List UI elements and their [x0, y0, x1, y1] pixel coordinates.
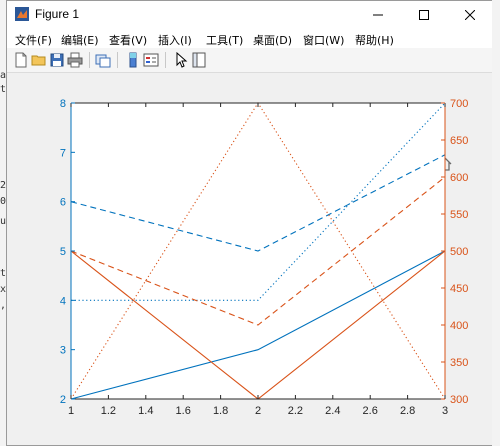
right-tick-label: 650 [450, 135, 468, 147]
x-tick-label: 2.4 [325, 405, 340, 417]
left-tick-label: 3 [60, 345, 66, 357]
left-tick-label: 6 [60, 197, 66, 209]
x-tick-label: 3 [442, 405, 448, 417]
right-tick-label: 600 [450, 172, 468, 184]
right-tick-label: 450 [450, 283, 468, 295]
x-tick-label: 2.2 [288, 405, 303, 417]
x-tick-label: 1.8 [213, 405, 228, 417]
right-tick-label: 400 [450, 320, 468, 332]
right-tick-label: 350 [450, 357, 468, 369]
right-tick-label: 500 [450, 246, 468, 258]
left-tick-label: 2 [60, 394, 66, 406]
x-tick-label: 1 [68, 405, 74, 417]
plot-svg[interactable]: 1 1.2 1.4 1.6 1.8 2 2.2 2.4 2.6 2.8 3 2 3 4 5 6 7 8 300 350… [7, 1, 493, 445]
x-tick-label: 2.8 [400, 405, 415, 417]
x-tick-label: 2.6 [363, 405, 378, 417]
x-tick-label: 1.4 [138, 405, 153, 417]
right-tick-label: 550 [450, 209, 468, 221]
x-tick-label: 2 [255, 405, 261, 417]
right-tick-label: 700 [450, 98, 468, 110]
left-tick-label: 5 [60, 246, 66, 258]
left-tick-label: 7 [60, 147, 66, 159]
background-strip-right [492, 0, 500, 446]
figure-window: Figure 1 文件(F) 编辑(E) 查看(V) 插入(I) 工具(T) 桌… [6, 0, 494, 446]
right-tick-label: 300 [450, 394, 468, 406]
left-tick-label: 8 [60, 98, 66, 110]
left-tick-label: 4 [60, 295, 66, 307]
x-tick-label: 1.2 [101, 405, 116, 417]
x-tick-label: 1.6 [176, 405, 191, 417]
